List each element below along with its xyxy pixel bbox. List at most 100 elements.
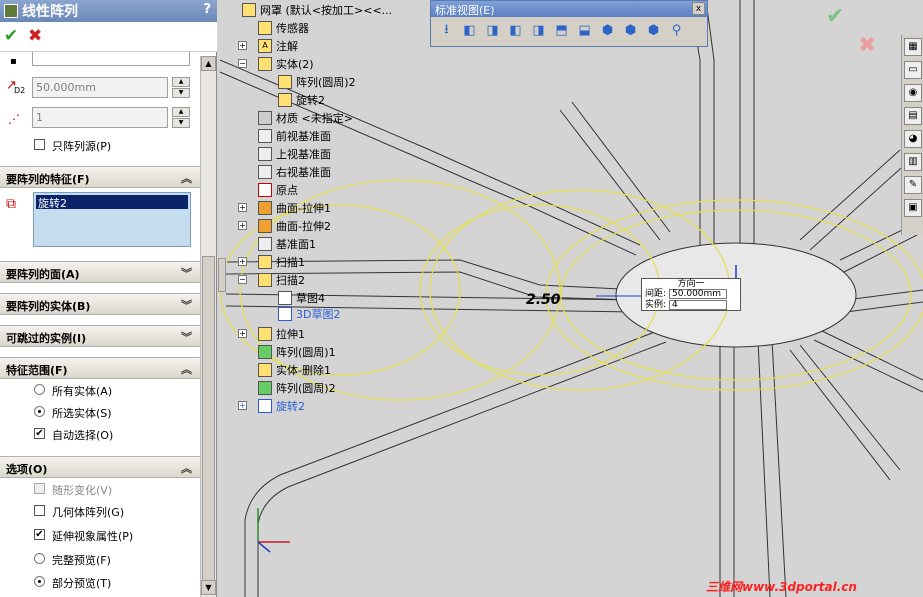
view-selector-icon[interactable]: ⚲ [667,21,686,40]
expand-chevron-icon[interactable]: ︾ [181,329,192,345]
expand-icon[interactable]: + [238,221,247,230]
expand-icon[interactable]: + [238,41,247,50]
tree-node[interactable]: + 旋转2 [238,398,305,414]
scope-selected-radio[interactable] [34,406,45,417]
tree-node[interactable]: 传感器 [258,20,309,36]
callout-count-field[interactable]: 4 [669,300,728,310]
tree-node[interactable]: + 扫描1 [238,254,305,270]
isometric-view-icon[interactable]: ⬢ [598,21,617,40]
expand-icon[interactable]: + [238,401,247,410]
vary-checkbox[interactable] [34,483,45,494]
only-seed-checkbox[interactable] [34,139,45,150]
scroll-down-icon[interactable]: ▼ [201,580,216,595]
tree-node[interactable]: 上视基准面 [258,146,331,162]
scroll-thumb[interactable] [202,256,215,586]
tree-node[interactable]: 网罩 (默认<按加工><<... [242,2,392,18]
auto-select-checkbox[interactable]: ✔ [34,428,45,439]
section-faces-header[interactable]: 要阵列的面(A) ︾ [0,261,200,283]
partial-preview-radio[interactable] [34,576,45,587]
custom-props-icon[interactable]: ✎ [904,176,922,194]
expand-chevron-icon[interactable]: ︾ [181,297,192,313]
folder-icon[interactable]: ▭ [904,61,922,79]
collapse-chevron-icon[interactable]: ︽ [181,361,192,377]
ok-icon[interactable]: ✔ [4,26,18,46]
left-view-icon[interactable]: ◧ [506,21,525,40]
top-view-icon[interactable]: ⬒ [552,21,571,40]
direction-icon[interactable]: ▪ [10,56,17,67]
close-icon[interactable]: x [692,2,705,15]
tree-node[interactable]: 原点 [258,182,298,198]
instances-up-icon[interactable]: ▲ [172,107,190,117]
pm-scrollbar[interactable]: ▲ ▼ [200,56,216,597]
tree-node[interactable]: 阵列(圆周)1 [258,344,336,360]
section-skip-header[interactable]: 可跳过的实例(I) ︾ [0,325,200,347]
tree-node[interactable]: 实体-删除1 [258,362,331,378]
tree-node[interactable]: 前视基准面 [258,128,331,144]
tree-node[interactable]: 右视基准面 [258,164,331,180]
task-pane-toolbar[interactable]: ▦ ▭ ◉ ▤ ◕ ▥ ✎ ▣ [901,35,923,235]
tree-node[interactable]: + 拉伸1 [238,326,305,342]
confirm-corner-icon[interactable]: ✔ [826,4,844,29]
spacing-input[interactable]: 50.000mm [32,77,168,98]
scope-all-radio[interactable] [34,384,45,395]
propagate-visual-checkbox[interactable]: ✔ [34,529,45,540]
expand-icon[interactable]: + [238,329,247,338]
geometry-pattern-checkbox[interactable] [34,505,45,516]
expand-chevron-icon[interactable]: ︾ [181,265,192,281]
dimetric-view-icon[interactable]: ⬢ [644,21,663,40]
expand-icon[interactable]: + [238,257,247,266]
cancel-icon[interactable]: ✖ [28,26,42,46]
tree-node[interactable]: − 扫描2 [238,272,305,288]
tree-node[interactable]: 材质 <未指定> [258,110,353,126]
instances-input[interactable]: 1 [32,107,168,128]
tree-node[interactable]: 3D草图2 [278,306,340,322]
tree-node[interactable]: 阵列(圆周)2 [258,380,336,396]
spacing-up-icon[interactable]: ▲ [172,77,190,87]
spacing-down-icon[interactable]: ▼ [172,88,190,98]
tree-node[interactable]: 基准面1 [258,236,316,252]
tree-node[interactable]: − 实体(2) [238,56,314,72]
collapse-chevron-icon[interactable]: ︽ [181,460,192,476]
explorer-icon[interactable]: ▤ [904,107,922,125]
back-view-icon[interactable]: ◨ [483,21,502,40]
cancel-corner-icon[interactable]: ✖ [858,33,876,58]
tree-node[interactable]: + A 注解 [238,38,298,54]
panel-collapse-tab[interactable] [218,258,226,292]
tree-node[interactable]: 草图4 [278,290,325,306]
collapse-icon[interactable]: − [238,275,247,284]
section-bodies-header[interactable]: 要阵列的实体(B) ︾ [0,293,200,315]
list-item[interactable]: 旋转2 [36,195,188,210]
tree-node[interactable]: + 曲面-拉伸2 [238,218,331,234]
expand-icon[interactable]: + [238,203,247,212]
callout-spacing-label: 间距: [645,289,667,299]
collapse-chevron-icon[interactable]: ︽ [181,170,192,186]
pattern-callout[interactable]: 方向一 间距: 50.000mm 实例: 4 [641,278,741,311]
section-scope-header[interactable]: 特征范围(F) ︽ [0,357,200,379]
resources-icon[interactable]: ▦ [904,38,922,56]
section-options-header[interactable]: 选项(O) ︽ [0,456,200,478]
revolve-icon [258,399,272,413]
full-preview-radio[interactable] [34,553,45,564]
direction-field[interactable] [32,52,190,66]
dimension-label[interactable]: 2.50 [526,292,561,308]
palette-icon[interactable]: ▥ [904,153,922,171]
front-view-icon[interactable]: ◧ [460,21,479,40]
tree-icon[interactable]: ▣ [904,199,922,217]
instances-down-icon[interactable]: ▼ [172,118,190,128]
features-list[interactable]: 旋转2 [33,192,191,247]
help-icon[interactable]: ? [203,2,211,17]
tree-node[interactable]: 旋转2 [278,92,325,108]
appearance-icon[interactable]: ◕ [904,130,922,148]
normal-to-icon[interactable]: ⭳ [437,21,456,40]
section-features-header[interactable]: 要阵列的特征(F) ︽ [0,166,200,188]
trimetric-view-icon[interactable]: ⬢ [621,21,640,40]
collapse-icon[interactable]: − [238,59,247,68]
right-view-icon[interactable]: ◨ [529,21,548,40]
tree-node[interactable]: + 曲面-拉伸1 [238,200,331,216]
scroll-up-icon[interactable]: ▲ [201,56,216,71]
tree-node[interactable]: 阵列(圆周)2 [278,74,356,90]
standard-views-toolbar[interactable]: 标准视图(E) x ⭳ ◧ ◨ ◧ ◨ ⬒ ⬓ ⬢ ⬢ ⬢ ⚲ [430,0,708,47]
library-icon[interactable]: ◉ [904,84,922,102]
bottom-view-icon[interactable]: ⬓ [575,21,594,40]
callout-spacing-field[interactable]: 50.000mm [669,289,728,299]
